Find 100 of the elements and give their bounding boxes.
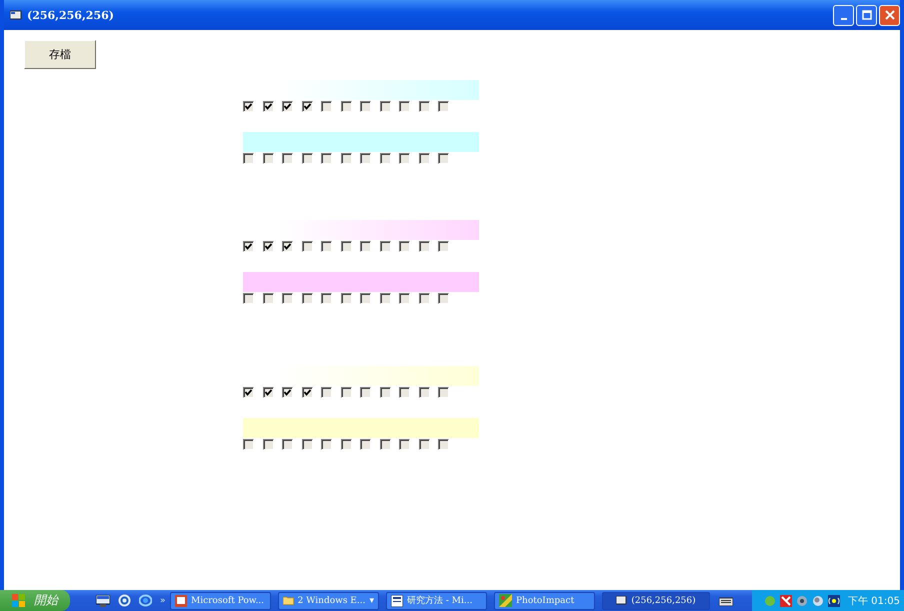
checkbox[interactable] [438,241,449,252]
checkbox[interactable] [418,387,430,398]
checkbox[interactable] [340,153,352,164]
checkbox[interactable] [360,101,371,112]
checkbox[interactable] [340,387,352,398]
taskbar-button[interactable]: (256,256,256) [602,592,710,610]
checkbox[interactable] [360,241,371,252]
more-button[interactable]: » [160,596,166,606]
checkbox[interactable] [380,153,390,164]
checkbox[interactable] [399,241,410,252]
taskbar-button[interactable]: 研究方法 - Mi... [386,592,487,610]
check-icon [283,388,292,397]
checkbox[interactable] [243,101,254,112]
clock: 下午 01:05 [848,594,900,608]
maximize-button[interactable] [856,4,877,26]
browser-icon[interactable] [118,594,131,607]
keyboard-icon[interactable] [719,596,733,606]
checkbox[interactable] [262,153,274,164]
checkbox[interactable] [262,101,274,112]
checkbox[interactable] [418,439,430,450]
close-button[interactable] [879,4,900,26]
checkbox[interactable] [380,101,390,112]
checkbox[interactable] [321,153,332,164]
checkbox[interactable] [438,293,449,304]
checkbox[interactable] [380,439,390,450]
tray-icon[interactable] [796,594,808,606]
checkbox[interactable] [438,439,449,450]
checkbox[interactable] [302,293,312,304]
checkbox[interactable] [262,387,274,398]
checkbox[interactable] [399,293,410,304]
checkbox[interactable] [282,387,293,398]
start-button[interactable]: 開始 [0,590,70,611]
taskbar-button[interactable]: PhotoImpact [494,592,595,610]
checkbox[interactable] [360,153,371,164]
minimize-button[interactable] [833,4,854,26]
checkbox[interactable] [380,293,390,304]
checkbox[interactable] [262,241,274,252]
save-button[interactable]: 存檔 [24,40,96,69]
checkbox[interactable] [418,293,430,304]
document-icon [391,594,403,606]
checkbox[interactable] [321,387,332,398]
checkbox[interactable] [282,101,293,112]
checkbox[interactable] [321,439,332,450]
checkbox[interactable] [399,153,410,164]
paint-icon [499,594,512,607]
folder-icon [283,595,294,606]
checkbox[interactable] [243,241,254,252]
checkbox[interactable] [243,293,254,304]
checkbox[interactable] [340,293,352,304]
tray-icon[interactable] [780,594,792,606]
slide-icon [175,594,187,606]
check-icon [244,102,253,111]
checkbox[interactable] [418,153,430,164]
checkbox[interactable] [399,101,410,112]
checkbox[interactable] [321,293,332,304]
checkbox[interactable] [302,241,312,252]
window-icon [616,596,628,605]
maximize-icon [862,10,872,20]
checkbox[interactable] [302,439,312,450]
checkbox[interactable] [302,153,312,164]
checkbox[interactable] [438,101,449,112]
window-title: (256,256,256) [27,8,114,22]
checkbox[interactable] [360,387,371,398]
checkbox[interactable] [438,153,449,164]
checkbox[interactable] [360,439,371,450]
checkbox[interactable] [340,101,352,112]
checkbox[interactable] [360,293,371,304]
check-icon [244,388,253,397]
browser-icon[interactable] [139,594,152,607]
checkbox[interactable] [282,293,293,304]
close-icon [884,10,894,20]
checkbox[interactable] [321,101,332,112]
checkbox[interactable] [340,439,352,450]
check-icon [244,242,253,251]
taskbar-button[interactable]: Microsoft Pow... [170,592,271,610]
checkbox[interactable] [302,101,312,112]
checkbox[interactable] [340,241,352,252]
checkbox[interactable] [380,387,390,398]
checkbox[interactable] [438,387,449,398]
check-icon [302,388,312,397]
speaker-icon[interactable] [828,594,840,606]
check-icon [264,388,272,397]
checkbox[interactable] [243,439,254,450]
checkbox[interactable] [282,439,293,450]
app-icon [10,10,22,20]
checkbox[interactable] [399,387,410,398]
desktop-icon[interactable] [96,594,110,606]
checkbox[interactable] [418,241,430,252]
checkbox[interactable] [282,241,293,252]
checkbox[interactable] [262,439,274,450]
taskbar-button[interactable]: 2 Windows E... ▾ [278,592,379,610]
checkbox[interactable] [418,101,430,112]
checkbox[interactable] [243,387,254,398]
checkbox[interactable] [282,153,293,164]
checkbox[interactable] [262,293,274,304]
checkbox[interactable] [302,387,312,398]
checkbox[interactable] [321,241,332,252]
checkbox[interactable] [380,241,390,252]
checkbox[interactable] [243,153,254,164]
checkbox[interactable] [399,439,410,450]
